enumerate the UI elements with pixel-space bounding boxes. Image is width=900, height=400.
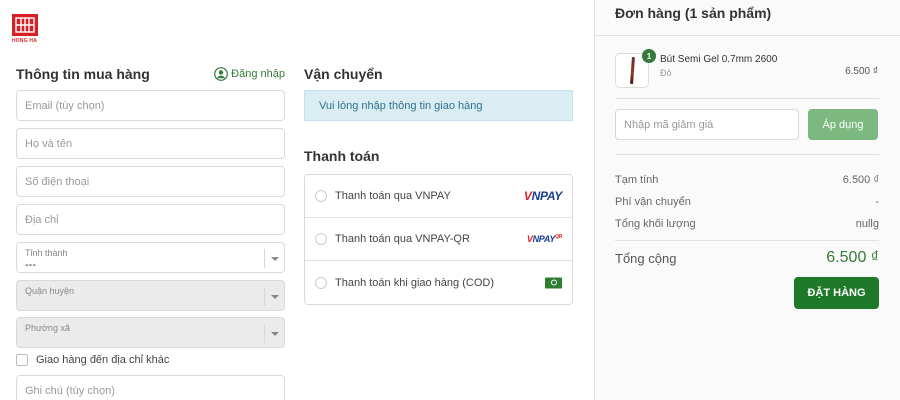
shipping-fee-label: Phí vận chuyển	[615, 196, 691, 208]
cash-icon	[545, 277, 562, 288]
ship-other-checkbox[interactable]	[16, 354, 28, 366]
email-placeholder: Email (tùy chọn)	[25, 99, 105, 112]
order-summary: Đơn hàng (1 sản phẩm) 1 Bút Semi Gel 0.7…	[594, 0, 900, 400]
province-label: Tỉnh thành	[25, 248, 68, 258]
coupon-input[interactable]: Nhập mã giảm giá	[615, 109, 799, 140]
checkout-page: HONG HA Thông tin mua hàng Đăng nhập Ema…	[0, 0, 900, 400]
payment-label: Thanh toán qua VNPAY	[335, 190, 451, 202]
subtotal-row: Tạm tính 6.500 ₫	[615, 174, 879, 186]
weight-label: Tổng khối lượng	[615, 218, 696, 230]
chevron-down-icon[interactable]	[264, 324, 284, 343]
payment-title: Thanh toán	[304, 148, 380, 164]
ship-other-address-option[interactable]: Giao hàng đến địa chỉ khác	[16, 354, 169, 366]
brand-logo[interactable]: HONG HA	[12, 14, 40, 46]
coupon-placeholder: Nhập mã giảm giá	[624, 118, 714, 131]
login-link[interactable]: Đăng nhập	[214, 67, 285, 81]
login-label: Đăng nhập	[231, 68, 285, 80]
email-field[interactable]: Email (tùy chọn)	[16, 90, 285, 121]
note-field[interactable]: Ghi chú (tùy chọn)	[16, 375, 285, 400]
payment-methods: Thanh toán qua VNPAY VNPAY Thanh toán qu…	[304, 174, 573, 305]
payment-label: Thanh toán khi giao hàng (COD)	[335, 276, 494, 289]
divider	[615, 98, 879, 99]
weight-row: Tổng khối lượng nullg	[615, 218, 879, 230]
shipping-fee-row: Phí vận chuyển -	[615, 196, 879, 208]
payment-radio[interactable]	[315, 190, 327, 202]
divider	[615, 240, 879, 241]
total-row: Tổng cộng 6.500 ₫	[615, 249, 879, 267]
payment-option-cod[interactable]: Thanh toán khi giao hàng (COD)	[305, 261, 572, 304]
address-field[interactable]: Địa chỉ	[16, 204, 285, 235]
fullname-placeholder: Họ và tên	[25, 137, 73, 150]
weight-value: nullg	[855, 218, 879, 230]
payment-radio[interactable]	[315, 233, 327, 245]
place-order-button[interactable]: ĐẶT HÀNG	[794, 277, 879, 309]
apply-coupon-button[interactable]: Áp dụng	[808, 109, 878, 140]
brand-name: HONG HA	[12, 38, 38, 44]
phone-placeholder: Số điện thoại	[25, 175, 90, 188]
total-label: Tổng cộng	[615, 250, 677, 266]
phone-field[interactable]: Số điện thoại	[16, 166, 285, 197]
product-variant: Đỏ	[660, 68, 672, 78]
divider	[615, 154, 879, 155]
ward-select[interactable]: Phường xã	[16, 317, 285, 348]
province-select[interactable]: Tỉnh thành ---	[16, 242, 285, 273]
product-price: 6.500 ₫	[845, 66, 878, 77]
shipping-fee-value: -	[875, 196, 879, 208]
payment-option-vnpay-qr[interactable]: Thanh toán qua VNPAY-QR VNPAYQR	[305, 218, 572, 261]
payment-label: Thanh toán qua VNPAY-QR	[335, 233, 470, 245]
subtotal-value: 6.500 ₫	[842, 174, 879, 186]
fullname-field[interactable]: Họ và tên	[16, 128, 285, 159]
payment-option-vnpay[interactable]: Thanh toán qua VNPAY VNPAY	[305, 175, 572, 218]
chevron-down-icon[interactable]	[264, 249, 284, 268]
buyer-info-title: Thông tin mua hàng	[16, 66, 150, 82]
district-select[interactable]: Quận huyện	[16, 280, 285, 311]
district-label: Quận huyện	[25, 286, 75, 296]
vnpay-qr-logo: VNPAYQR	[526, 234, 562, 244]
shipping-payment-section: Vận chuyển Vui lòng nhập thông tin giao …	[304, 62, 573, 305]
buyer-info-section: Thông tin mua hàng Đăng nhập Email (tùy …	[16, 62, 285, 400]
shipping-notice: Vui lòng nhập thông tin giao hàng	[304, 90, 573, 121]
ship-other-label: Giao hàng đến địa chỉ khác	[36, 354, 170, 366]
payment-radio[interactable]	[315, 276, 327, 289]
province-value: ---	[25, 259, 36, 271]
order-title: Đơn hàng (1 sản phẩm)	[615, 5, 772, 21]
subtotal-label: Tạm tính	[615, 174, 659, 186]
chevron-down-icon[interactable]	[264, 287, 284, 306]
logo-mark	[12, 14, 38, 36]
quantity-badge: 1	[642, 49, 656, 63]
ward-label: Phường xã	[25, 323, 70, 333]
total-value: 6.500 ₫	[826, 249, 879, 266]
note-placeholder: Ghi chú (tùy chọn)	[25, 384, 115, 397]
product-name: Bút Semi Gel 0.7mm 2600	[660, 54, 778, 65]
vnpay-logo: VNPAY	[523, 189, 562, 203]
address-placeholder: Địa chỉ	[25, 213, 59, 226]
shipping-title: Vận chuyển	[304, 66, 383, 82]
user-circle-icon	[214, 67, 229, 81]
divider	[595, 35, 900, 36]
